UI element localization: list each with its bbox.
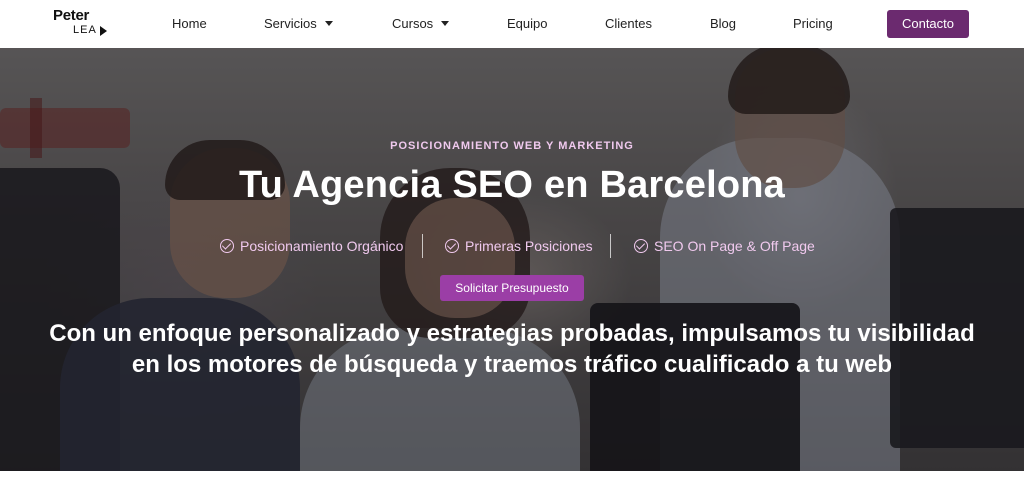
site-header: Peter LEA Home Servicios Cursos Equipo C… <box>0 0 1024 48</box>
feature-label: SEO On Page & Off Page <box>654 238 815 254</box>
hero-overlay <box>0 48 1024 471</box>
logo-arrow-icon <box>100 26 107 36</box>
hero-subtitle: Con un enfoque personalizado y estrategi… <box>49 320 975 378</box>
nav-home[interactable]: Home <box>172 16 207 32</box>
check-circle-icon <box>634 239 648 253</box>
feature-divider <box>422 234 423 258</box>
nav-cursos[interactable]: Cursos <box>392 16 450 32</box>
nav-cursos-label: Cursos <box>392 16 434 31</box>
contact-button[interactable]: Contacto <box>887 10 969 38</box>
logo[interactable]: Peter LEA <box>53 7 109 41</box>
feature-item: SEO On Page & Off Page <box>634 236 815 256</box>
feature-item: Primeras Posiciones <box>445 236 593 256</box>
nav-clientes[interactable]: Clientes <box>605 16 652 32</box>
nav-blog[interactable]: Blog <box>710 16 736 32</box>
check-circle-icon <box>445 239 459 253</box>
feature-divider <box>610 234 611 258</box>
hero-section: POSICIONAMIENTO WEB Y MARKETING Tu Agenc… <box>0 48 1024 471</box>
nav-servicios-label: Servicios <box>264 16 317 31</box>
request-quote-button[interactable]: Solicitar Presupuesto <box>440 275 584 301</box>
logo-top-text: Peter <box>53 7 90 24</box>
page-bottom-strip <box>0 471 1024 481</box>
chevron-down-icon <box>441 21 450 26</box>
nav-pricing[interactable]: Pricing <box>793 16 833 32</box>
hero-kicker: POSICIONAMIENTO WEB Y MARKETING <box>390 140 634 152</box>
hero-features: Posicionamiento Orgánico Primeras Posici… <box>0 234 1024 258</box>
check-circle-icon <box>220 239 234 253</box>
chevron-down-icon <box>324 21 333 26</box>
feature-item: Posicionamiento Orgánico <box>220 236 403 256</box>
nav-equipo[interactable]: Equipo <box>507 16 547 32</box>
feature-label: Posicionamiento Orgánico <box>240 238 404 254</box>
hero-title: Tu Agencia SEO en Barcelona <box>239 164 785 206</box>
logo-bottom-text: LEA <box>73 24 97 36</box>
nav-servicios[interactable]: Servicios <box>264 16 333 32</box>
feature-label: Primeras Posiciones <box>465 238 593 254</box>
